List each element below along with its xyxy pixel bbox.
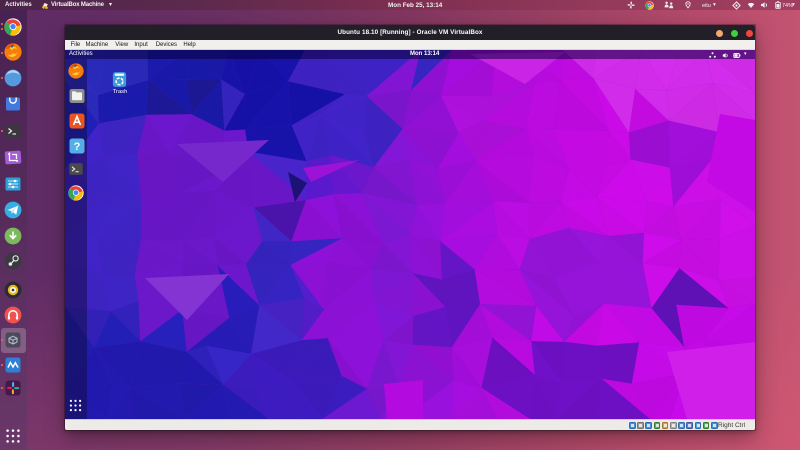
svg-text:?: ?	[73, 141, 80, 153]
